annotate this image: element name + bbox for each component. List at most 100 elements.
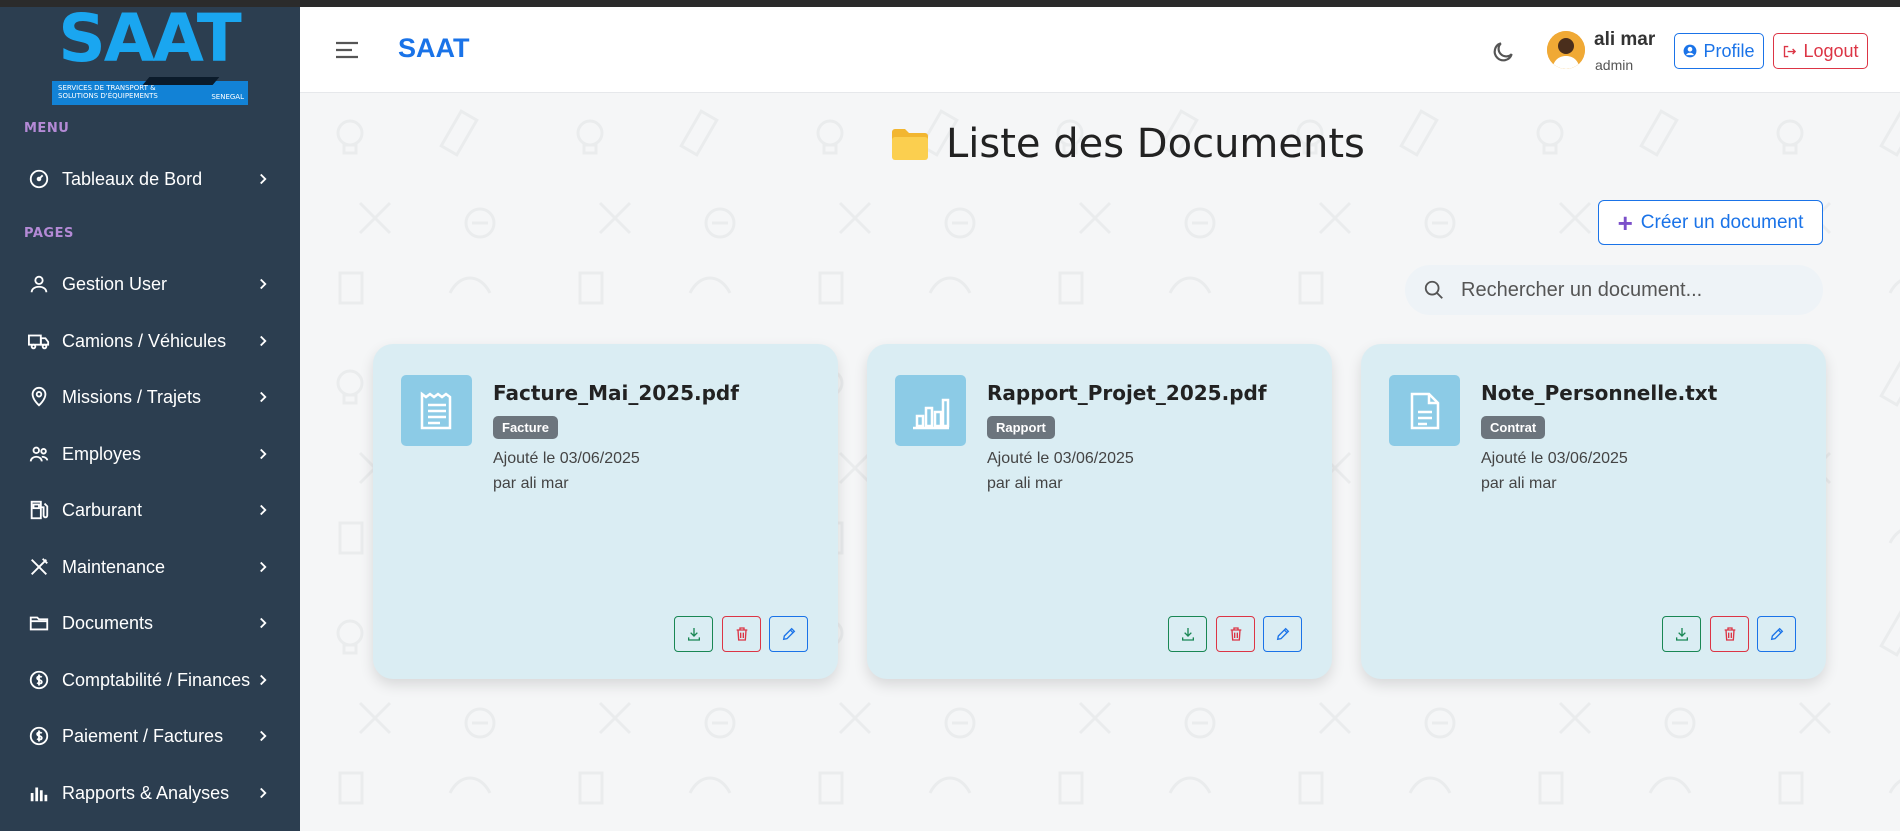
main-content: SAAT ali mar admin Profile Logout Liste …: [300, 7, 1900, 831]
sidebar-item-label: Camions / Véhicules: [62, 330, 227, 351]
download-button[interactable]: [674, 616, 713, 652]
download-button[interactable]: [1662, 616, 1701, 652]
edit-button[interactable]: [1263, 616, 1302, 652]
window-top-strip: [0, 0, 1900, 7]
hamburger-menu-icon[interactable]: [334, 39, 360, 61]
document-type-badge: Rapport: [987, 416, 1055, 439]
logout-icon: [1784, 45, 1797, 57]
sidebar-item-label: Maintenance: [62, 556, 166, 577]
sidebar-item-label: Gestion User: [62, 273, 168, 294]
chevron-right-icon: [260, 335, 267, 347]
trash-icon: [1230, 627, 1241, 641]
logo-text: SAAT: [58, 0, 242, 77]
sidebar-item-paiement[interactable]: Paiement / Factures: [0, 714, 300, 758]
truck-icon: [26, 328, 52, 354]
bar-chart-icon: [26, 780, 52, 806]
saat-logo[interactable]: SAAT SERVICES DE TRANSPORT & SOLUTIONS D…: [50, 1, 248, 105]
document-type-badge: Contrat: [1481, 416, 1546, 439]
document-author: par ali mar: [1481, 475, 1557, 492]
delete-button[interactable]: [722, 616, 761, 652]
trash-icon: [736, 627, 747, 641]
fuel-icon: [26, 497, 52, 523]
sidebar-item-label: Rapports & Analyses: [62, 782, 230, 803]
document-author: par ali mar: [493, 475, 569, 492]
chevron-right-icon: [260, 617, 267, 629]
page-title: Liste des Documents: [890, 121, 1365, 167]
document-date: Ajouté le 03/06/2025: [1481, 450, 1628, 467]
sidebar-item-gestion-user[interactable]: Gestion User: [0, 262, 300, 306]
document-icon: [1389, 375, 1460, 446]
sidebar-item-comptabilite[interactable]: Comptabilité / Finances: [0, 658, 300, 702]
sidebar-item-label: Missions / Trajets: [62, 386, 202, 407]
download-icon: [1675, 628, 1688, 641]
folder-icon: [26, 610, 52, 636]
brand-title[interactable]: SAAT: [398, 33, 470, 64]
delete-button[interactable]: [1216, 616, 1255, 652]
chevron-right-icon: [260, 674, 267, 686]
pencil-icon: [782, 627, 795, 641]
sidebar: SAAT SERVICES DE TRANSPORT & SOLUTIONS D…: [0, 0, 300, 831]
user-name: ali mar: [1594, 29, 1656, 50]
download-icon: [687, 628, 700, 641]
create-document-label: Créer un document: [1640, 211, 1804, 233]
sidebar-item-rapports[interactable]: Rapports & Analyses: [0, 771, 300, 815]
sidebar-item-label: Carburant: [62, 499, 143, 520]
sidebar-item-documents[interactable]: Documents: [0, 601, 300, 645]
pages-section-title: PAGES: [24, 226, 74, 241]
pencil-icon: [1770, 627, 1783, 641]
chevron-right-icon: [260, 278, 267, 290]
document-type-badge: Facture: [493, 416, 558, 439]
chevron-right-icon: [260, 173, 267, 185]
search-input[interactable]: [1461, 278, 1791, 302]
dollar-circle-icon: [26, 667, 52, 693]
sidebar-item-label: Paiement / Factures: [62, 725, 224, 746]
delete-button[interactable]: [1710, 616, 1749, 652]
sidebar-item-maintenance[interactable]: Maintenance: [0, 545, 300, 589]
search-icon: [1424, 280, 1443, 299]
edit-button[interactable]: [1757, 616, 1796, 652]
bar-chart-icon: [895, 375, 966, 446]
sidebar-item-label: Documents: [62, 612, 154, 633]
document-card[interactable]: Facture_Mai_2025.pdf Facture Ajouté le 0…: [373, 344, 838, 679]
people-icon: [26, 441, 52, 467]
document-date: Ajouté le 03/06/2025: [493, 450, 640, 467]
profile-button[interactable]: Profile: [1674, 33, 1764, 69]
plus-icon: +: [1617, 207, 1633, 238]
moon-icon[interactable]: [1490, 39, 1516, 65]
logo-country: SENEGAL: [211, 93, 244, 101]
user-circle-icon: [1684, 44, 1697, 58]
chevron-right-icon: [260, 504, 267, 516]
chevron-right-icon: [260, 448, 267, 460]
document-date: Ajouté le 03/06/2025: [987, 450, 1134, 467]
sidebar-item-tableaux-de-bord[interactable]: Tableaux de Bord: [0, 157, 300, 201]
chevron-right-icon: [260, 730, 267, 742]
sidebar-item-label: Employes: [62, 443, 142, 464]
logout-button[interactable]: Logout: [1773, 33, 1868, 69]
gauge-icon: [26, 166, 52, 192]
map-pin-icon: [26, 384, 52, 410]
dollar-circle-icon: [26, 723, 52, 749]
document-author: par ali mar: [987, 475, 1063, 492]
profile-label: Profile: [1703, 40, 1755, 61]
sidebar-item-label: Tableaux de Bord: [62, 168, 203, 189]
sidebar-item-label: Comptabilité / Finances: [62, 669, 251, 690]
logout-label: Logout: [1803, 40, 1859, 61]
edit-button[interactable]: [769, 616, 808, 652]
user-icon: [26, 271, 52, 297]
logo-subtitle: SERVICES DE TRANSPORT & SOLUTIONS D'ÉQUI…: [58, 84, 158, 100]
user-role: admin: [1595, 57, 1634, 73]
sidebar-item-carburant[interactable]: Carburant: [0, 488, 300, 532]
tools-icon: [26, 554, 52, 580]
avatar[interactable]: [1547, 31, 1585, 69]
folder-icon: [892, 129, 928, 160]
sidebar-item-missions[interactable]: Missions / Trajets: [0, 375, 300, 419]
document-card[interactable]: Note_Personnelle.txt Contrat Ajouté le 0…: [1361, 344, 1826, 679]
download-button[interactable]: [1168, 616, 1207, 652]
document-card[interactable]: Rapport_Projet_2025.pdf Rapport Ajouté l…: [867, 344, 1332, 679]
sidebar-item-camions[interactable]: Camions / Véhicules: [0, 319, 300, 363]
create-document-button[interactable]: + Créer un document: [1598, 200, 1823, 245]
sidebar-item-employes[interactable]: Employes: [0, 432, 300, 476]
page-title-text: Liste des Documents: [946, 121, 1365, 167]
document-name: Facture_Mai_2025.pdf: [493, 381, 739, 405]
trash-icon: [1724, 627, 1735, 641]
